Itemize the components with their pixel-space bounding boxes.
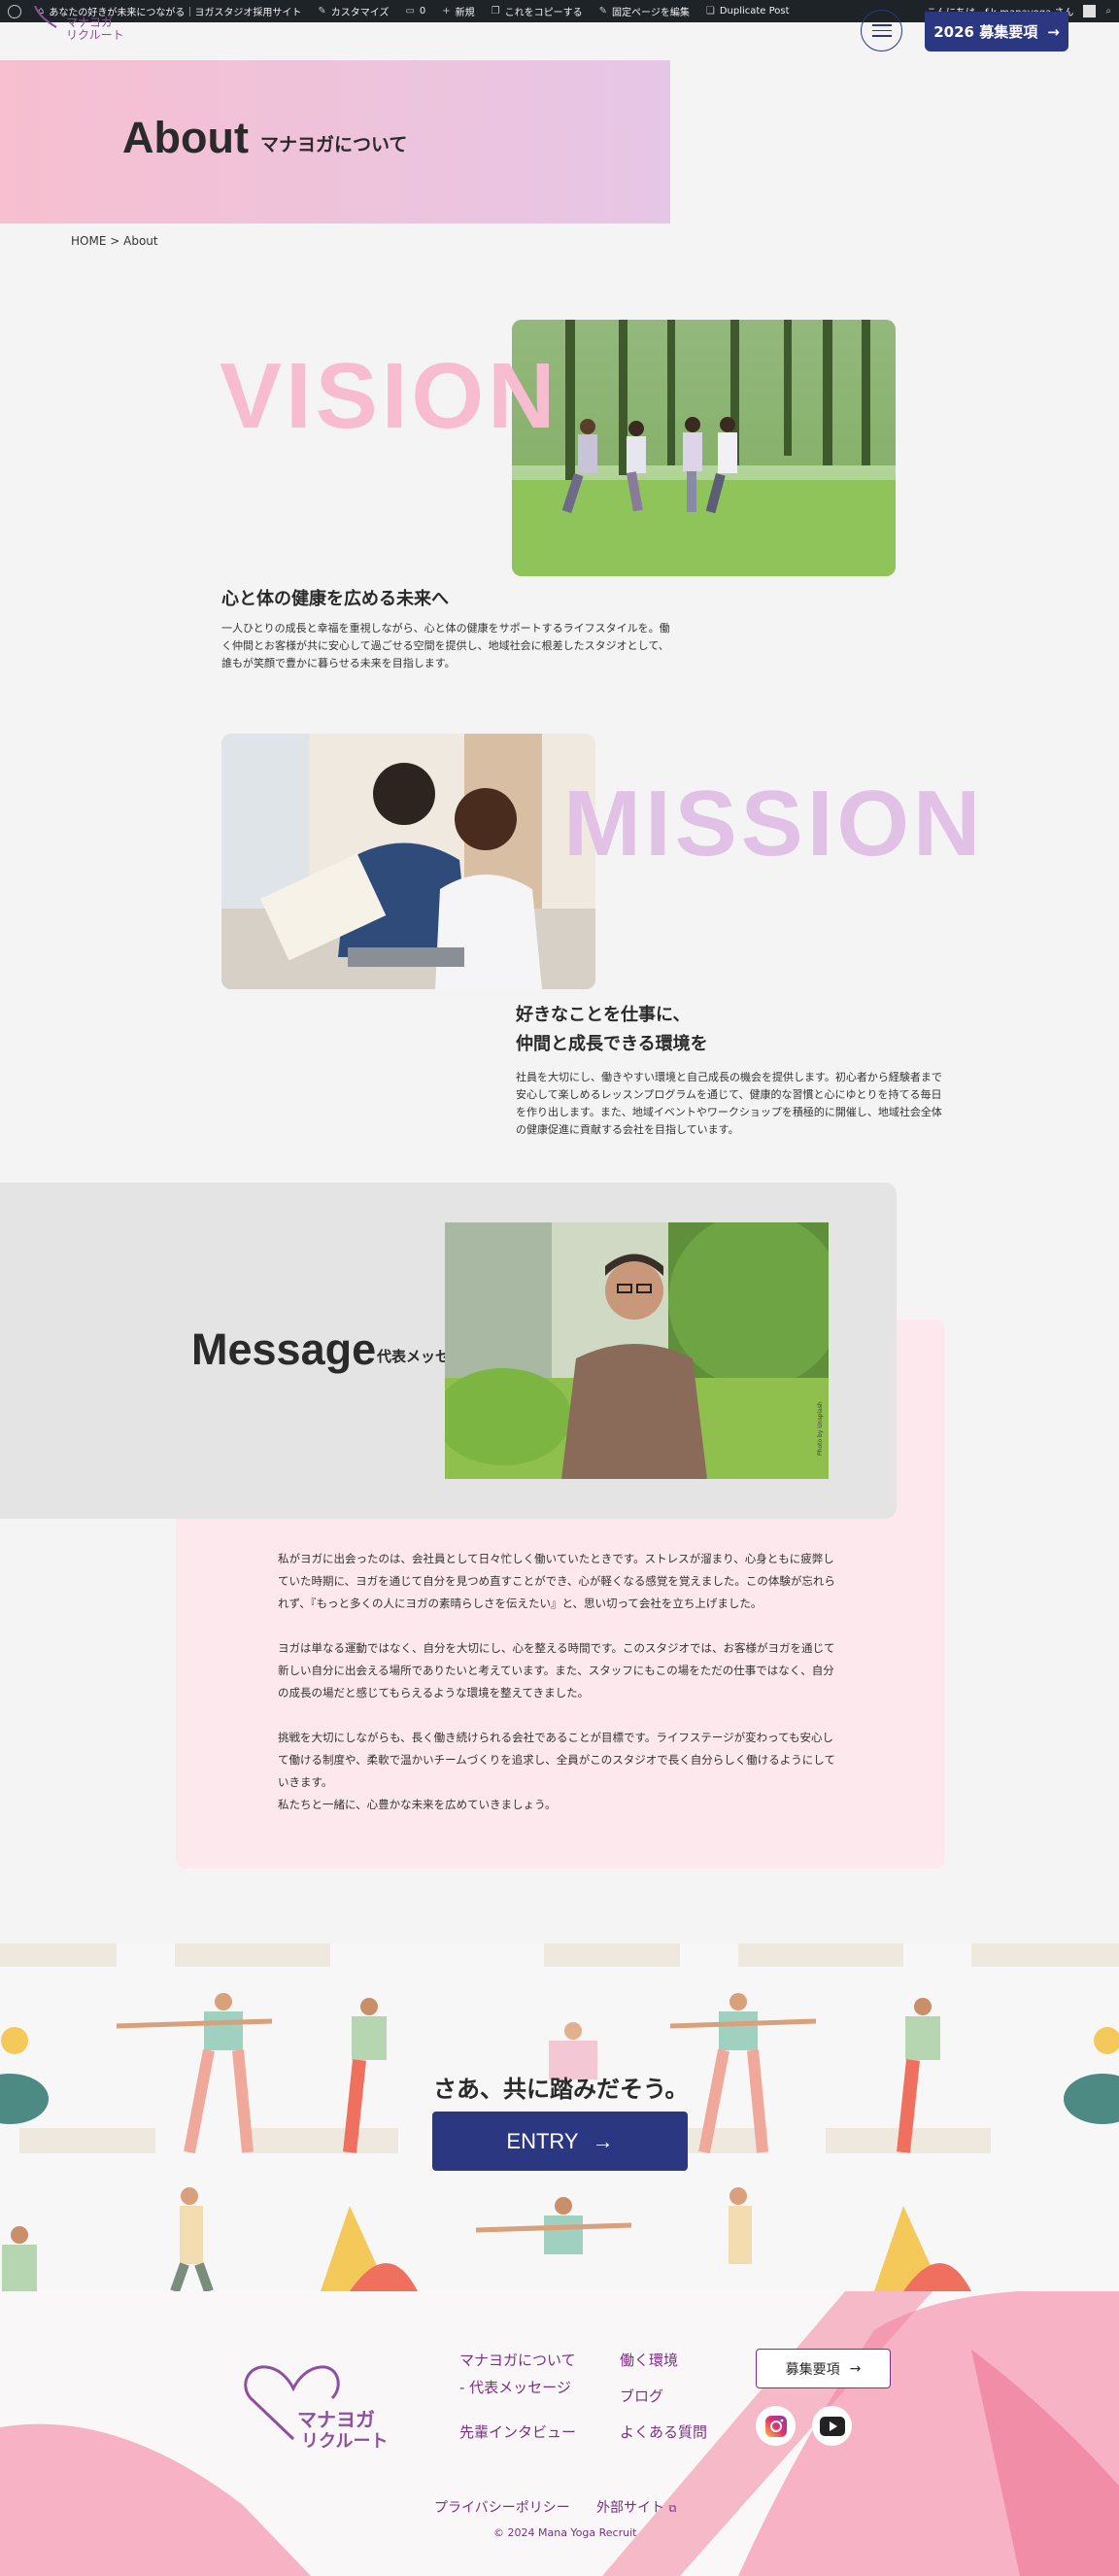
entry-button-label: ENTRY [506, 2128, 579, 2153]
menu-line [871, 35, 892, 37]
wordpress-logo-icon[interactable] [8, 4, 21, 18]
message-paragraph-3: 挑戦を大切にしながらも、長く働き続けられる会社であることが目標です。ライフステー… [278, 1731, 835, 1811]
mission-heading-line2: 仲間と成長できる環境を [516, 1034, 708, 1054]
hamburger-menu-button[interactable] [861, 10, 902, 52]
admin-customize[interactable]: ✎ カスタマイズ [318, 4, 389, 18]
footer-link-about[interactable]: マナヨガについて [459, 2350, 576, 2370]
admin-new[interactable]: + 新規 [442, 4, 474, 18]
copyright: © 2024 Mana Yoga Recruit [493, 2526, 637, 2539]
admin-edit-page[interactable]: ✎ 固定ページを編集 [599, 4, 690, 18]
menu-line [871, 24, 892, 26]
page-title: About [122, 113, 249, 162]
logo-line2: リクルート [66, 28, 124, 42]
menu-line [871, 29, 892, 32]
admin-comments[interactable]: ▭ 0 [405, 6, 425, 17]
mission-photo [221, 734, 595, 989]
footer-link-message[interactable]: - 代表メッセージ [459, 2377, 571, 2397]
search-icon[interactable]: ⌕ [1105, 6, 1111, 17]
youtube-icon[interactable] [812, 2406, 852, 2446]
footer-link-environment[interactable]: 働く環境 [620, 2350, 678, 2370]
duplicate-icon: ❏ [705, 6, 715, 17]
photo-credit: Photo by Unsplash [817, 1401, 824, 1456]
breadcrumb-separator: > [110, 234, 120, 248]
admin-copy[interactable]: ❐ これをコピーする [492, 4, 583, 18]
admin-duplicate-post[interactable]: ❏ Duplicate Post [706, 6, 790, 17]
arrow-right-icon: → [849, 2360, 862, 2377]
footer-logo-line2: リクルート [301, 2431, 389, 2452]
plus-icon: + [442, 6, 451, 17]
mission-heading-word: MISSION [563, 772, 985, 876]
pencil-icon: ✎ [598, 6, 608, 17]
breadcrumb-current: About [123, 234, 158, 248]
instagram-icon[interactable] [756, 2406, 796, 2446]
mission-heading: 好きなことを仕事に、 仲間と成長できる環境を [516, 1001, 708, 1059]
avatar[interactable] [1083, 5, 1097, 17]
vision-heading: 心と体の健康を広める未来へ [221, 589, 449, 609]
vision-text: 一人ひとりの成長と幸福を重視しながら、心と体の健康をサポートするライフスタイルを… [221, 622, 670, 670]
footer-link-blog[interactable]: ブログ [620, 2386, 663, 2406]
message-title: Message [191, 1324, 377, 1374]
vision-heading-word: VISION [220, 344, 560, 448]
entry-heading: さあ、共に踏みだそう。 [433, 2076, 689, 2103]
external-site-link[interactable]: 外部サイト ⧉ [596, 2497, 676, 2517]
entry-button[interactable]: ENTRY → [432, 2112, 688, 2171]
comment-icon: ▭ [405, 6, 415, 17]
footer-link-interview[interactable]: 先輩インタビュー [459, 2421, 576, 2442]
privacy-policy-link[interactable]: プライバシーポリシー [434, 2497, 570, 2517]
footer-recruit-label: 募集要項 [785, 2361, 840, 2378]
site-logo[interactable]: マナヨガ リクルート [27, 6, 124, 54]
breadcrumb-home[interactable]: HOME [71, 234, 106, 248]
ceo-photo: Photo by Unsplash [445, 1222, 829, 1479]
vision-photo [512, 320, 896, 576]
arrow-right-icon: → [1047, 22, 1060, 41]
arrow-right-icon: → [592, 2128, 614, 2153]
external-site-label: 外部サイト [596, 2500, 664, 2516]
external-link-icon: ⧉ [668, 2502, 677, 2515]
message-paragraph-1: 私がヨガに出会ったのは、会社員として日々忙しく働いていたときです。ストレスが溜ま… [278, 1552, 835, 1610]
copy-icon: ❐ [491, 6, 500, 17]
mission-heading-line1: 好きなことを仕事に、 [516, 1005, 691, 1025]
message-paragraph-2: ヨガは単なる運動ではなく、自分を大切にし、心を整える時間です。このスタジオでは、… [278, 1641, 835, 1700]
recruit-button-label: 2026 募集要項 [933, 23, 1038, 41]
message-body: 私がヨガに出会ったのは、会社員として日々忙しく働いていたときです。ストレスが溜ま… [278, 1548, 836, 1816]
recruit-guidelines-button[interactable]: 2026 募集要項 → [925, 12, 1068, 52]
breadcrumb: HOME > About [71, 234, 158, 248]
footer-recruit-button[interactable]: 募集要項 → [756, 2349, 891, 2388]
page-subtitle: マナヨガについて [260, 134, 408, 155]
brush-icon: ✎ [318, 6, 326, 17]
footer-link-faq[interactable]: よくある質問 [620, 2421, 707, 2442]
mission-text: 社員を大切にし、働きやすい環境と自己成長の機会を提供します。初心者から経験者まで… [516, 1071, 942, 1136]
footer-logo[interactable]: マナヨガ リクルート [243, 2361, 398, 2452]
